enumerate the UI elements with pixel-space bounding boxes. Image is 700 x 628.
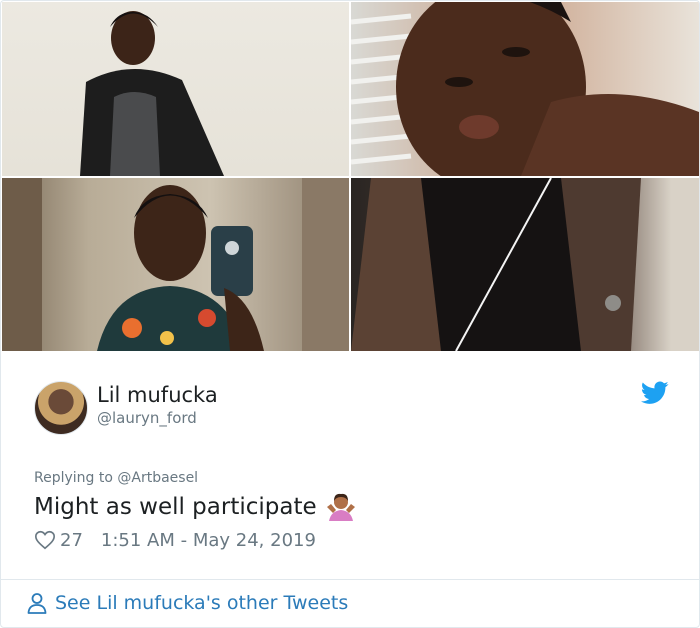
- person-shrugging-emoji: [326, 493, 355, 521]
- tweet-photo-4[interactable]: [351, 178, 699, 351]
- see-other-tweets-label[interactable]: See Lil mufucka's other Tweets: [55, 592, 348, 614]
- person-icon: [27, 593, 47, 614]
- author-handle[interactable]: @lauryn_ford: [97, 409, 197, 427]
- photo-grid: [2, 2, 699, 351]
- tweet-text: Might as well participate: [34, 491, 357, 523]
- avatar[interactable]: [34, 381, 88, 435]
- like-count[interactable]: 27: [60, 530, 83, 551]
- see-other-tweets-link[interactable]: See Lil mufucka's other Tweets: [25, 591, 348, 615]
- embedded-tweet-card: Lil mufucka @lauryn_ford Replying to @Ar…: [0, 0, 700, 628]
- tweet-photo-2[interactable]: [351, 2, 699, 176]
- heart-icon[interactable]: [34, 529, 56, 551]
- tweet-text-content: Might as well participate: [34, 494, 317, 520]
- twitter-bird-icon[interactable]: [641, 381, 669, 405]
- replying-to[interactable]: Replying to @Artbaesel: [34, 470, 198, 486]
- tweet-photo-3[interactable]: [2, 178, 349, 351]
- tweet-meta: 27 1:51 AM - May 24, 2019: [34, 529, 316, 551]
- divider: [1, 579, 699, 580]
- tweet-photo-1[interactable]: [2, 2, 349, 176]
- tweet-timestamp[interactable]: 1:51 AM - May 24, 2019: [101, 530, 316, 551]
- author-display-name[interactable]: Lil mufucka: [97, 383, 218, 407]
